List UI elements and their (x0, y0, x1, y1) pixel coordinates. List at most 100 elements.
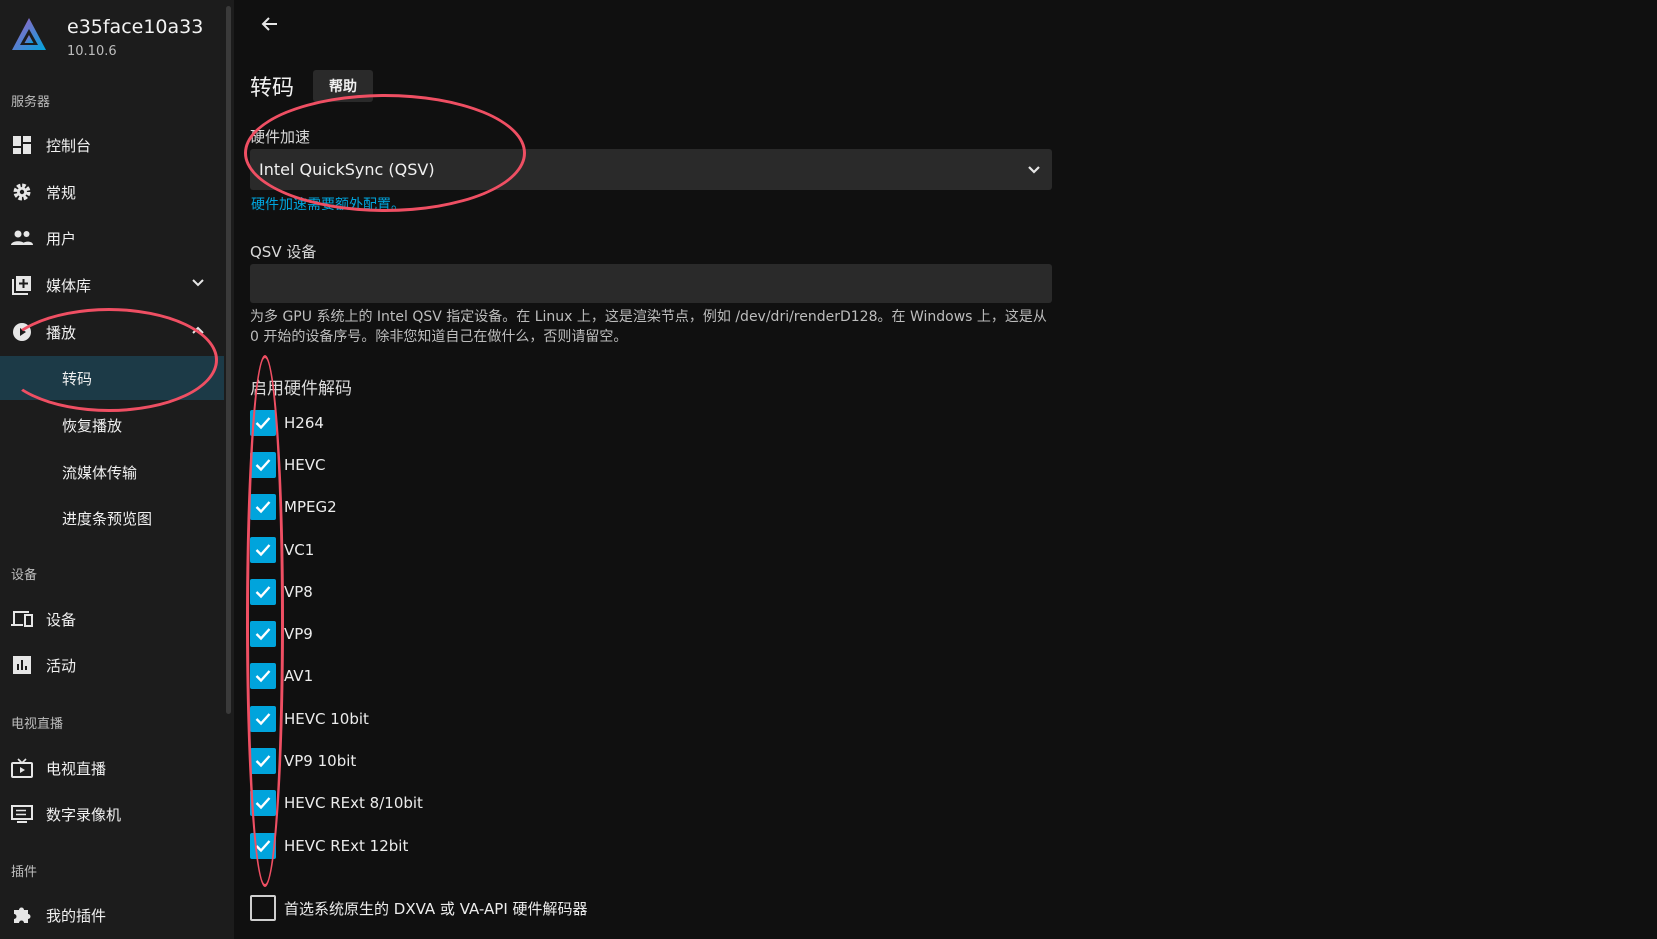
decode-hevc-row[interactable]: HEVC (250, 450, 326, 480)
section-title-devices: 设备 (11, 568, 38, 583)
hw-decode-title: 启用硬件解码 (250, 379, 352, 399)
check-icon (255, 797, 271, 810)
sidebar-item-users[interactable]: 用户 (0, 216, 224, 260)
check-icon (255, 628, 271, 641)
decode-hevc10-label: HEVC 10bit (284, 710, 369, 728)
sidebar-item-label: 用户 (46, 229, 77, 248)
decode-vp8-checkbox[interactable] (250, 579, 276, 605)
sidebar-item-livetv[interactable]: 电视直播 (0, 746, 224, 790)
sidebar-item-label: 恢复播放 (62, 416, 123, 435)
sidebar-item-general[interactable]: 常规 (0, 170, 224, 214)
sidebar-item-label: 控制台 (46, 136, 92, 155)
sidebar-item-myplugins[interactable]: 我的插件 (0, 893, 224, 937)
decode-vp8-row[interactable]: VP8 (250, 577, 313, 607)
sidebar-item-libraries[interactable]: 媒体库 (0, 263, 224, 307)
decode-hevcrext12-row[interactable]: HEVC RExt 12bit (250, 831, 408, 861)
qsv-device-description: 为多 GPU 系统上的 Intel QSV 指定设备。在 Linux 上，这是渲… (250, 309, 1047, 345)
decode-mpeg2-row[interactable]: MPEG2 (250, 492, 337, 522)
sidebar-item-streaming[interactable]: 流媒体传输 (0, 450, 224, 494)
sidebar-item-devices[interactable]: 设备 (0, 597, 224, 641)
section-title-livetv: 电视直播 (11, 717, 64, 732)
sidebar-item-playback[interactable]: 播放 (0, 310, 224, 354)
check-icon (255, 417, 271, 430)
sidebar: e35face10a33 10.10.6 服务器 控制台 常规 用户 媒体库 播… (0, 0, 234, 939)
sidebar-item-label: 数字录像机 (46, 805, 122, 824)
decode-h264-label: H264 (284, 414, 324, 432)
live-tv-icon (10, 756, 34, 780)
decode-av1-label: AV1 (284, 667, 314, 685)
puzzle-icon (10, 903, 34, 927)
chevron-down-icon (190, 275, 206, 295)
sidebar-item-trickplay[interactable]: 进度条预览图 (0, 496, 224, 540)
decode-vp910-checkbox[interactable] (250, 748, 276, 774)
decode-hevcrext810-row[interactable]: HEVC RExt 8/10bit (250, 788, 423, 818)
hwaccel-label: 硬件加速 (250, 128, 311, 146)
decode-vc1-row[interactable]: VC1 (250, 535, 314, 565)
jellyfin-logo-icon (12, 18, 46, 50)
gear-icon (10, 180, 34, 204)
decode-h264-row[interactable]: H264 (250, 408, 324, 438)
sidebar-item-label: 设备 (46, 610, 77, 629)
check-icon (255, 840, 271, 853)
decode-av1-checkbox[interactable] (250, 663, 276, 689)
devices-icon (10, 607, 34, 631)
sidebar-item-label: 转码 (62, 369, 93, 388)
server-name: e35face10a33 (67, 16, 204, 38)
decode-vp9-row[interactable]: VP9 (250, 619, 313, 649)
hwaccel-config-link[interactable]: 硬件加速需要额外配置。 (251, 194, 405, 214)
people-icon (10, 226, 34, 250)
decode-h264-checkbox[interactable] (250, 410, 276, 436)
decode-hevcrext12-label: HEVC RExt 12bit (284, 837, 409, 855)
decode-hevc10-row[interactable]: HEVC 10bit (250, 704, 369, 734)
sidebar-item-label: 媒体库 (46, 276, 92, 295)
sidebar-item-dvr[interactable]: 数字录像机 (0, 792, 224, 836)
check-icon (255, 501, 271, 514)
decode-mpeg2-checkbox[interactable] (250, 494, 276, 520)
server-version: 10.10.6 (67, 44, 117, 59)
section-title-plugins: 插件 (11, 865, 38, 880)
decode-av1-row[interactable]: AV1 (250, 661, 313, 691)
qsv-device-label: QSV 设备 (250, 243, 317, 261)
qsv-device-input[interactable] (250, 264, 1052, 303)
decode-hevc10-checkbox[interactable] (250, 706, 276, 732)
page-title: 转码 (250, 76, 295, 101)
sidebar-item-label: 进度条预览图 (62, 509, 153, 528)
main-content: 转码 帮助 硬件加速 Intel QuickSync (QSV) 硬件加速需要额… (234, 0, 1657, 939)
hwaccel-select[interactable]: Intel QuickSync (QSV) (250, 149, 1052, 190)
play-circle-icon (10, 320, 34, 344)
check-icon (255, 459, 271, 472)
decode-hevcrext12-checkbox[interactable] (250, 833, 276, 859)
check-icon (255, 713, 271, 726)
sidebar-item-label: 播放 (46, 323, 77, 342)
hwaccel-selected-value: Intel QuickSync (QSV) (259, 160, 435, 179)
check-icon (255, 755, 271, 768)
decode-hevc-checkbox[interactable] (250, 452, 276, 478)
sidebar-item-dashboard[interactable]: 控制台 (0, 123, 224, 167)
sidebar-scrollbar[interactable] (226, 6, 231, 714)
sidebar-item-activity[interactable]: 活动 (0, 643, 224, 687)
back-arrow-icon[interactable] (256, 10, 284, 38)
decode-hevc-label: HEVC (284, 456, 326, 474)
sidebar-item-resume[interactable]: 恢复播放 (0, 403, 224, 447)
section-title-server: 服务器 (11, 95, 51, 110)
decode-vc1-label: VC1 (284, 541, 315, 559)
check-icon (255, 544, 271, 557)
chevron-up-icon (190, 322, 206, 342)
decode-mpeg2-label: MPEG2 (284, 498, 337, 516)
decode-vp9-label: VP9 (284, 625, 313, 643)
prefer-native-decoder-checkbox[interactable] (250, 895, 276, 921)
sidebar-item-transcoding[interactable]: 转码 (0, 356, 224, 400)
library-add-icon (10, 273, 34, 297)
decode-vc1-checkbox[interactable] (250, 537, 276, 563)
activity-chart-icon (10, 653, 34, 677)
chevron-down-icon (1024, 159, 1044, 183)
help-button[interactable]: 帮助 (313, 70, 373, 102)
decode-hevcrext810-label: HEVC RExt 8/10bit (284, 794, 423, 812)
prefer-native-decoder-row[interactable]: 首选系统原生的 DXVA 或 VA-API 硬件解码器 (250, 893, 588, 923)
decode-vp910-label: VP9 10bit (284, 752, 357, 770)
sidebar-item-label: 常规 (46, 183, 77, 202)
decode-hevcrext810-checkbox[interactable] (250, 790, 276, 816)
sidebar-item-label: 我的插件 (46, 906, 107, 925)
decode-vp910-row[interactable]: VP9 10bit (250, 746, 356, 776)
decode-vp9-checkbox[interactable] (250, 621, 276, 647)
